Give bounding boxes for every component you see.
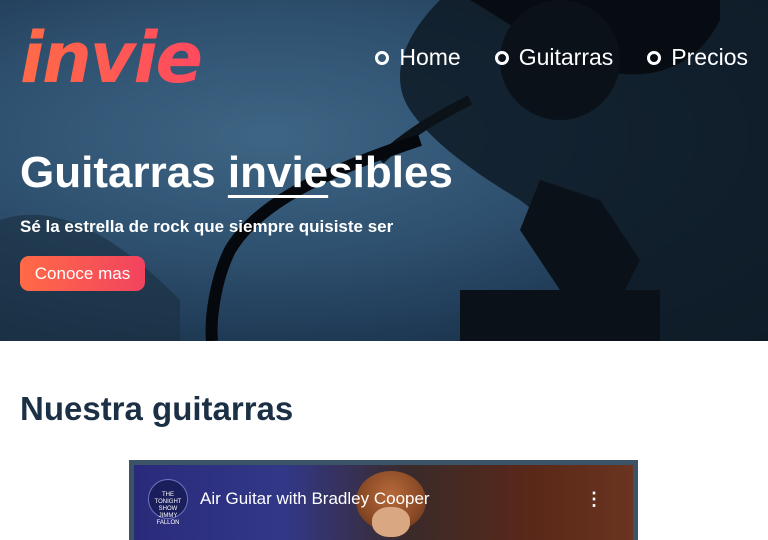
nav-item-home[interactable]: Home	[375, 44, 461, 71]
conoce-mas-button[interactable]: Conoce mas	[20, 256, 145, 291]
video-player[interactable]: THE TONIGHT SHOW JIMMY FALLON Air Guitar…	[134, 465, 633, 540]
hero-banner: invie Home Guitarras Precios Guitarras i…	[0, 0, 768, 341]
hero-title: Guitarras inviesibles	[20, 148, 453, 198]
hero-title-underlined: invie	[227, 148, 329, 197]
nav-item-precios[interactable]: Precios	[647, 44, 748, 71]
video-title[interactable]: Air Guitar with Bradley Cooper	[200, 489, 430, 509]
more-vertical-icon[interactable]: ⋮	[585, 489, 603, 510]
nav-item-guitarras[interactable]: Guitarras	[494, 44, 614, 71]
circle-bullet-icon	[494, 50, 509, 65]
section-title: Nuestra guitarras	[20, 390, 294, 427]
hero-title-start: Guitarras	[20, 148, 228, 197]
video-embed[interactable]: THE TONIGHT SHOW JIMMY FALLON Air Guitar…	[129, 460, 638, 540]
hero-subtitle: Sé la estrella de rock que siempre quisi…	[20, 217, 394, 236]
main-nav: Home Guitarras Precios	[375, 44, 748, 71]
nav-item-label: Precios	[671, 44, 748, 70]
channel-avatar[interactable]: THE TONIGHT SHOW JIMMY FALLON	[148, 479, 188, 526]
hero-title-end: sibles	[328, 148, 453, 197]
circle-bullet-icon	[647, 50, 662, 65]
video-person-face	[372, 507, 410, 537]
circle-bullet-icon	[375, 50, 390, 65]
nav-item-label: Home	[399, 44, 461, 70]
brand-logo[interactable]: invie	[20, 18, 203, 98]
nav-item-label: Guitarras	[518, 44, 614, 70]
